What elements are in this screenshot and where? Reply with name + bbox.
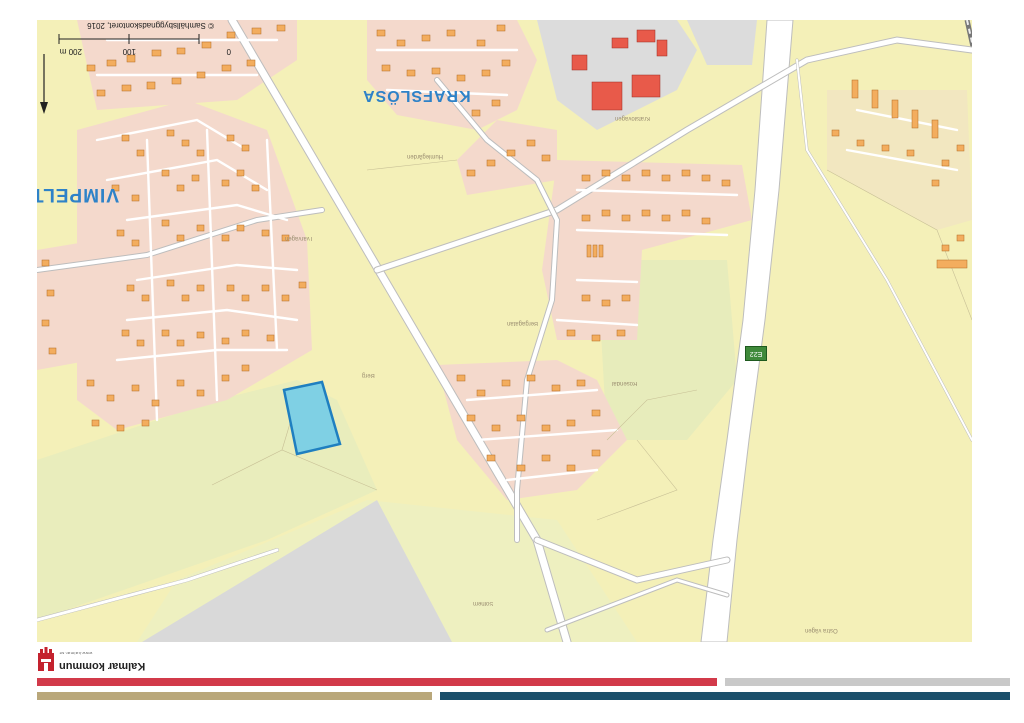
street-label: Bergagatan	[507, 320, 539, 326]
street-label: Tvärvägen	[285, 235, 314, 241]
street-label: Humlegården	[407, 153, 444, 159]
street-label: Östra vägen	[805, 627, 838, 633]
street-label: Solhem	[473, 600, 494, 606]
kalmar-crest-icon	[38, 647, 54, 671]
scale-bar-graphic	[58, 34, 200, 44]
website-text: www.kalmar.se	[59, 651, 93, 656]
map-canvas	[37, 20, 972, 642]
footer-band-navy	[440, 692, 1010, 700]
scale-tick-100: 100	[122, 47, 136, 56]
map-view[interactable]: VIMPELT KRAFSLÖSA Tvärvägen Krafslövägen…	[37, 20, 972, 642]
scale-unit-label: 200 m	[59, 47, 82, 56]
north-arrow-icon	[40, 54, 48, 114]
scale-tick-0: 0	[226, 47, 231, 56]
footer-band-grey	[725, 678, 1010, 686]
footer-logo: www.kalmar.se Kalmar kommun	[37, 647, 147, 677]
street-label: Rosendal	[612, 380, 638, 386]
place-name-vimpelt: VIMPELT	[37, 184, 119, 205]
street-label: Berg	[362, 372, 375, 378]
footer-band-red	[37, 678, 717, 686]
place-name-krafslosa: KRAFSLÖSA	[362, 87, 471, 104]
street-label: Krafslövägen	[615, 115, 651, 121]
scale-bar: © Samhällsbyggnadskontoret, 2016 100 0 2…	[49, 20, 234, 56]
road-number-badge: E22	[745, 346, 767, 361]
copyright-text: © Samhällsbyggnadskontoret, 2016	[87, 21, 214, 30]
footer-band-gold	[37, 692, 432, 700]
organization-name: Kalmar kommun	[59, 660, 146, 672]
